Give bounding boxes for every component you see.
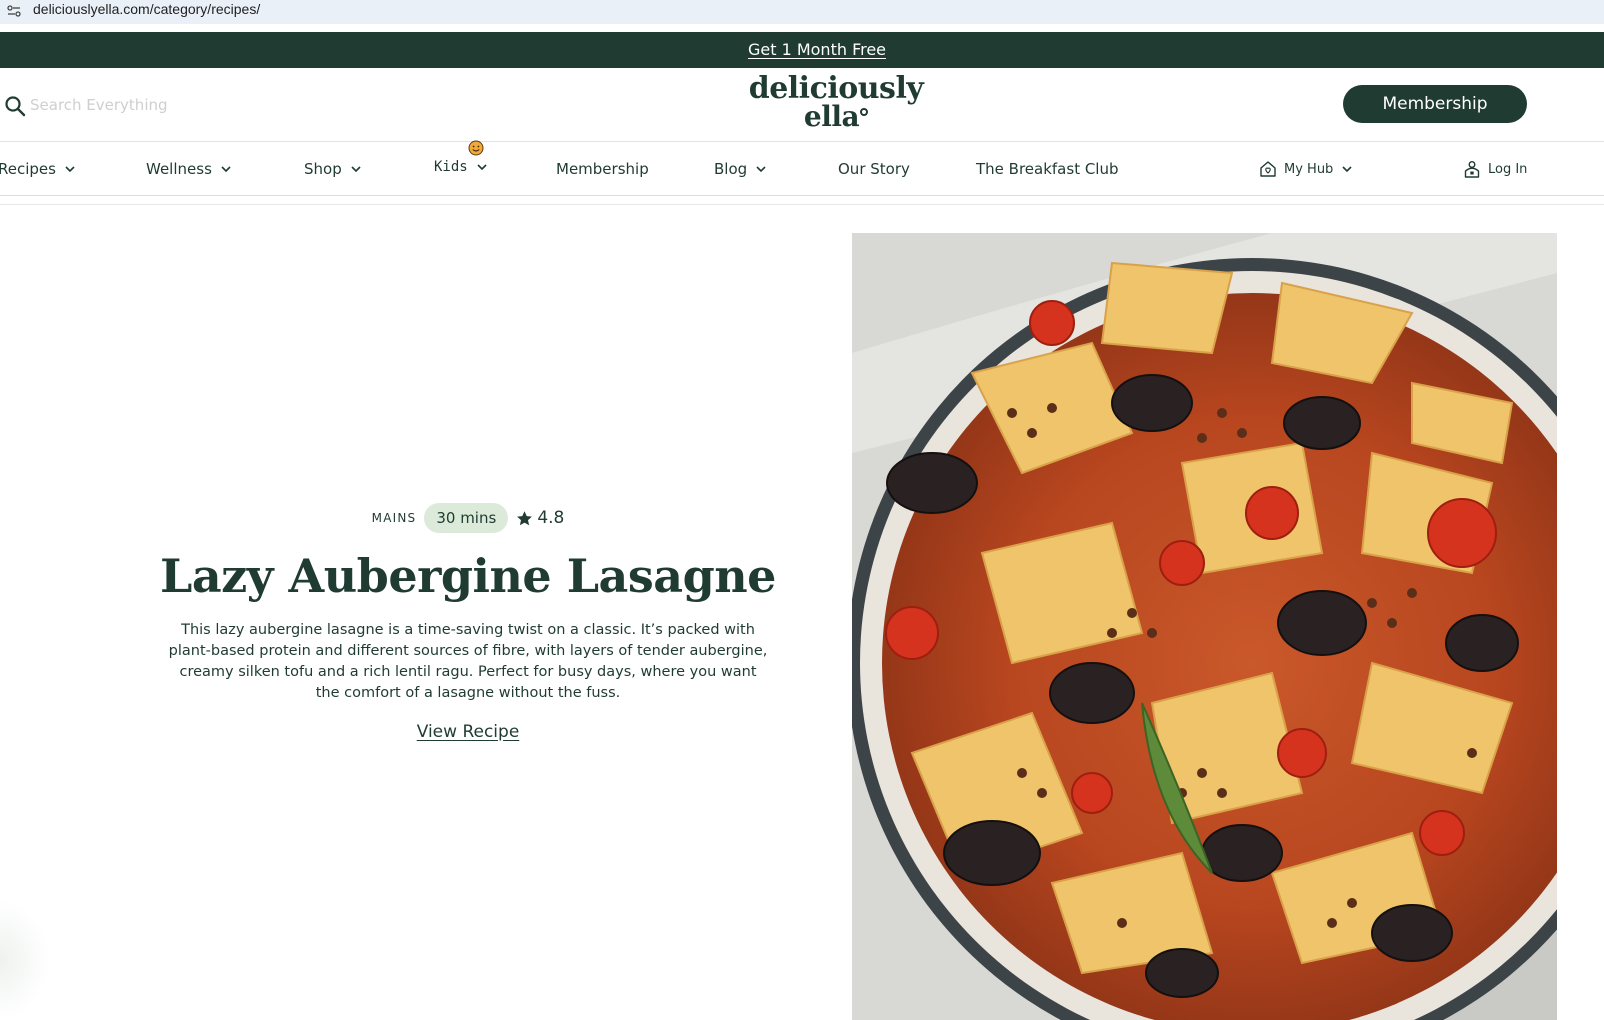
url-text[interactable]: deliciouslyella.com/category/recipes/ [33,0,260,18]
recipe-description: This lazy aubergine lasagne is a time-sa… [168,622,768,701]
user-lock-icon [1464,161,1480,178]
nav-item-label: Recipes [0,160,56,178]
chevron-down-icon [65,166,75,173]
chevron-down-icon [756,166,766,173]
rating: 4.8 [516,508,564,528]
nav-item-membership[interactable]: Membership [556,158,649,180]
nav-item-label: Our Story [838,160,910,178]
main-nav: Recipes Wellness Shop Kids Membership Bl… [0,140,1604,196]
nav-item-log-in[interactable]: Log In [1462,158,1527,180]
site-settings-icon[interactable] [6,3,22,19]
nav-item-my-hub[interactable]: My Hub [1258,158,1353,180]
smiley-icon [468,140,484,156]
search-bar [2,92,322,118]
chevron-down-icon [1342,166,1352,173]
log-in-label: Log In [1488,161,1528,177]
site-header: deliciously ella Membership [0,68,1604,142]
logo-leaf-icon [860,108,869,116]
nav-item-kids[interactable]: Kids [434,140,488,178]
chat-widget-shadow [0,900,50,1020]
membership-button[interactable]: Membership [1343,85,1527,123]
view-recipe-link[interactable]: View Recipe [417,722,520,742]
chevron-down-icon [221,166,231,173]
nav-item-shop[interactable]: Shop [304,158,362,180]
house-heart-icon [1260,161,1276,177]
search-icon[interactable] [4,95,26,117]
nav-item-label: Kids [434,159,468,175]
nav-item-label: Blog [714,160,748,178]
recipe-title: Lazy Aubergine Lasagne [160,549,776,603]
lasagne-pan-illustration [852,233,1557,1020]
my-hub-label: My Hub [1284,161,1334,177]
promo-link[interactable]: Get 1 Month Free [748,32,886,68]
recipe-image[interactable] [852,233,1557,1020]
site-logo[interactable]: deliciously ella [700,74,972,133]
logo-line-2: ella [803,100,860,133]
nav-item-label: Shop [304,160,342,178]
nav-item-our-story[interactable]: Our Story [838,158,910,180]
category-label[interactable]: MAINS [372,511,417,525]
chevron-down-icon [351,166,361,173]
nav-item-recipes[interactable]: Recipes [0,158,76,180]
search-input[interactable] [30,92,310,118]
star-icon [517,510,533,525]
nav-item-label: Membership [556,160,649,178]
chevron-down-icon [477,164,487,171]
time-badge: 30 mins [424,503,509,533]
nav-item-blog[interactable]: Blog [714,158,767,180]
nav-item-label: The Breakfast Club [976,160,1119,178]
browser-address-bar: deliciouslyella.com/category/recipes/ [0,0,1604,24]
rating-value: 4.8 [537,508,565,528]
nav-item-wellness[interactable]: Wellness [146,158,232,180]
nav-item-label: Wellness [146,160,212,178]
recipe-meta: MAINS 30 mins 4.8 [0,503,936,533]
nav-divider [0,204,1604,205]
nav-item-breakfast-club[interactable]: The Breakfast Club [976,158,1119,180]
promo-banner: Get 1 Month Free [0,32,1604,68]
